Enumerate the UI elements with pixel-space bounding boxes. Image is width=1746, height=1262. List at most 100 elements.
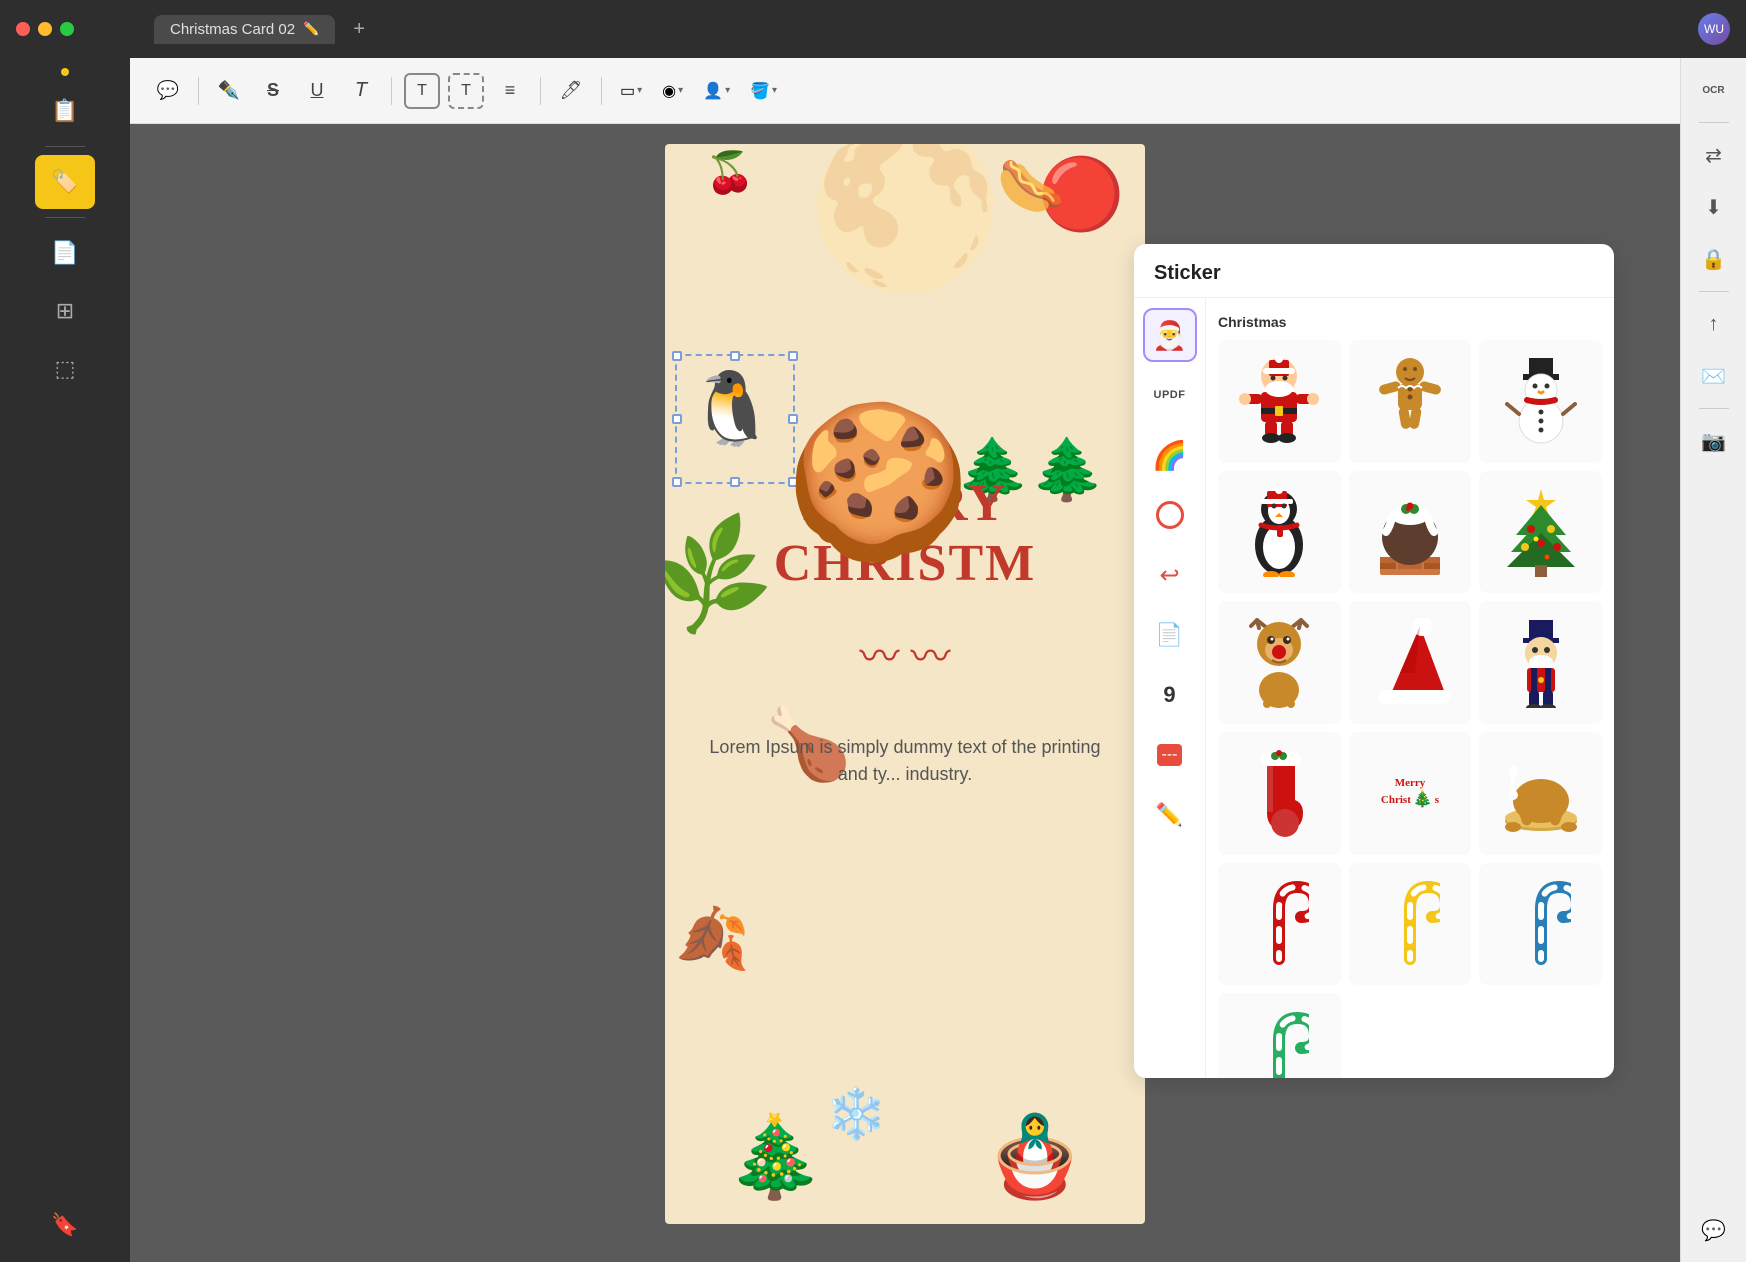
category-emoji[interactable]: 🌈 xyxy=(1143,428,1197,482)
right-sidebar: OCR ⇄ ⬇ 🔒 ↑ ✉️ 📷 💬 xyxy=(1680,58,1746,1262)
lock-button[interactable]: 🔒 xyxy=(1692,237,1736,281)
document-tab[interactable]: Christmas Card 02 ✏️ xyxy=(154,15,335,44)
sticker-nutcracker[interactable] xyxy=(1479,601,1602,724)
sticker-stocking[interactable] xyxy=(1218,732,1341,855)
shape-button[interactable]: ◉ ▾ xyxy=(656,77,689,105)
sticker-penguin[interactable] xyxy=(1218,471,1341,594)
shape-icon: ◉ xyxy=(662,81,676,101)
sticker-christmas-tree[interactable] xyxy=(1479,471,1602,594)
right-sidebar-divider-2 xyxy=(1699,291,1729,292)
toolbar-divider-2 xyxy=(391,77,392,105)
sticker-panel-title: Sticker xyxy=(1154,262,1221,284)
user-avatar[interactable]: WU xyxy=(1698,13,1730,45)
sticker-section-christmas: Christmas xyxy=(1218,310,1602,332)
title-bar-right: WU xyxy=(1698,13,1730,45)
category-christmas[interactable]: 🎅 xyxy=(1143,308,1197,362)
add-tab-button[interactable]: + xyxy=(345,15,373,43)
sticker-santa-hat[interactable] xyxy=(1349,601,1472,724)
christmas-card[interactable]: 🌕 🔴 🌭 🍒 🍪 🌲🌲🌲 MERRY CHRISTM 〰 〰 🌿 🍂 🍗 Lo… xyxy=(665,144,1145,1224)
sidebar-item-bookmark[interactable]: 🔖 xyxy=(35,1198,95,1252)
sidebar-item-template[interactable]: 📄 xyxy=(35,226,95,280)
sticker-candy-cane-blue[interactable] xyxy=(1479,863,1602,986)
sidebar-item-document[interactable]: 📋 xyxy=(35,84,95,138)
template-icon: 📄 xyxy=(51,240,78,266)
pencil-cat-icon: ✏️ xyxy=(1156,802,1183,828)
fill-icon: ▭ xyxy=(620,81,635,101)
sticker-merry-christmas-text[interactable]: Merry Christ🎄s xyxy=(1349,732,1472,855)
text-button[interactable]: T xyxy=(343,73,379,109)
edit-title-icon[interactable]: ✏️ xyxy=(303,21,319,37)
penguin-selection[interactable]: 🐧 xyxy=(675,354,795,484)
penguin-sticker: 🐧 xyxy=(687,366,777,451)
close-button[interactable] xyxy=(16,22,30,36)
strikethrough-button[interactable]: S xyxy=(255,73,291,109)
ocr-button[interactable]: OCR xyxy=(1692,68,1736,112)
sidebar-item-layers[interactable]: ⬚ xyxy=(35,342,95,396)
category-paper[interactable]: 📄 xyxy=(1143,608,1197,662)
right-sidebar-divider-3 xyxy=(1699,408,1729,409)
emoji-cat-icon: 🌈 xyxy=(1152,439,1187,472)
category-labels[interactable]: --- xyxy=(1143,728,1197,782)
title-bar: Christmas Card 02 ✏️ + WU xyxy=(0,0,1746,58)
minimize-button[interactable] xyxy=(38,22,52,36)
sticker-panel-header: Sticker xyxy=(1134,244,1614,298)
right-sidebar-divider-1 xyxy=(1699,122,1729,123)
underline-button[interactable]: U xyxy=(299,73,335,109)
person-arrow: ▾ xyxy=(725,85,730,96)
email-button[interactable]: ✉️ xyxy=(1692,354,1736,398)
sticker-snowman[interactable] xyxy=(1479,340,1602,463)
fill-button[interactable]: ▭ ▾ xyxy=(614,77,648,105)
bucket-icon: 🪣 xyxy=(750,81,770,101)
bucket-button[interactable]: 🪣 ▾ xyxy=(744,77,783,105)
category-pencil[interactable]: ✏️ xyxy=(1143,788,1197,842)
handle-top-left[interactable] xyxy=(672,351,682,361)
arrows-cat-icon: ↩ xyxy=(1159,561,1179,590)
sticker-santa[interactable] xyxy=(1218,340,1341,463)
toolbar: 💬 ✒️ S U T T T ≡ 🖊 ▭ ▾ ◉ ▾ 👤 ▾ 🪣 ▾ 🔍 xyxy=(130,58,1746,124)
bucket-arrow: ▾ xyxy=(772,85,777,96)
category-numbers[interactable]: 9 xyxy=(1143,668,1197,722)
stamp-button[interactable]: 🖊 xyxy=(553,73,589,109)
numbers-cat-icon: 9 xyxy=(1163,682,1175,708)
handle-top-right[interactable] xyxy=(788,351,798,361)
shapes-cat-icon xyxy=(1156,501,1184,529)
left-sidebar: 📋 🏷️ 📄 ⊞ ⬚ 🔖 xyxy=(0,58,130,1262)
snapshot-button[interactable]: 📷 xyxy=(1692,419,1736,463)
sticker-candy-cane-red[interactable] xyxy=(1218,863,1341,986)
sticker-turkey[interactable] xyxy=(1479,732,1602,855)
category-updf[interactable]: UPDF xyxy=(1143,368,1197,422)
sidebar-item-sticker[interactable]: 🏷️ xyxy=(35,155,95,209)
sticker-candy-cane-green[interactable] xyxy=(1218,993,1341,1078)
comment-sidebar-button[interactable]: 💬 xyxy=(1692,1208,1736,1252)
maximize-button[interactable] xyxy=(60,22,74,36)
fill-arrow: ▾ xyxy=(637,85,642,96)
convert-button[interactable]: ⇄ xyxy=(1692,133,1736,177)
share-button[interactable]: ↑ xyxy=(1692,302,1736,346)
person-icon: 👤 xyxy=(703,81,723,101)
sidebar-item-layout[interactable]: ⊞ xyxy=(35,284,95,338)
toolbar-divider-3 xyxy=(540,77,541,105)
sidebar-indicator xyxy=(61,68,69,76)
textbox-button[interactable]: T xyxy=(404,73,440,109)
download-button[interactable]: ⬇ xyxy=(1692,185,1736,229)
category-arrows[interactable]: ↩ xyxy=(1143,548,1197,602)
sticker-reindeer[interactable] xyxy=(1218,601,1341,724)
sticker-panel: Sticker 🎅 UPDF 🌈 xyxy=(1134,244,1614,1078)
handle-bottom-left[interactable] xyxy=(672,477,682,487)
sidebar-divider-1 xyxy=(45,146,85,147)
comment-button[interactable]: 💬 xyxy=(150,73,186,109)
pen-button[interactable]: ✒️ xyxy=(211,73,247,109)
sticker-gingerbread[interactable] xyxy=(1349,340,1472,463)
sticker-candy-cane-yellow[interactable] xyxy=(1349,863,1472,986)
sticker-christmas-pudding[interactable] xyxy=(1349,471,1472,594)
handle-mid-left[interactable] xyxy=(672,414,682,424)
traffic-lights xyxy=(16,22,74,36)
person-button[interactable]: 👤 ▾ xyxy=(697,77,736,105)
category-shapes[interactable] xyxy=(1143,488,1197,542)
canvas-area: 🌕 🔴 🌭 🍒 🍪 🌲🌲🌲 MERRY CHRISTM 〰 〰 🌿 🍂 🍗 Lo… xyxy=(130,124,1680,1262)
handle-bottom-mid[interactable] xyxy=(730,477,740,487)
handle-top-mid[interactable] xyxy=(730,351,740,361)
textbox2-button[interactable]: T xyxy=(448,73,484,109)
list-button[interactable]: ≡ xyxy=(492,73,528,109)
christmas-cat-icon: 🎅 xyxy=(1152,319,1187,352)
